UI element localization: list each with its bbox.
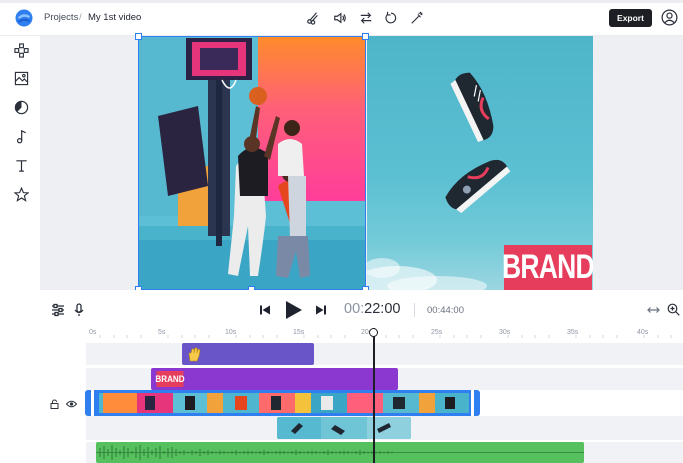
overlay-filmstrip (277, 417, 411, 439)
track-lane-sticker[interactable] (86, 343, 683, 365)
microphone-icon[interactable] (71, 302, 87, 318)
sticker-clip[interactable] (182, 343, 314, 365)
current-time-hours: 00: (344, 301, 365, 317)
preview-clip-basketball[interactable] (138, 36, 366, 290)
ruler-ticks (99, 335, 672, 338)
swap-icon[interactable] (358, 10, 374, 26)
play-button[interactable] (283, 299, 305, 321)
resize-handle-top-right[interactable] (362, 33, 369, 40)
volume-icon[interactable] (332, 10, 348, 26)
music-note-icon[interactable] (13, 128, 29, 144)
project-title[interactable]: My 1st video (88, 12, 141, 23)
overlay-video-clip[interactable] (277, 417, 411, 439)
main-video-clip[interactable] (85, 390, 480, 416)
timeline-settings-icon[interactable] (50, 302, 66, 318)
app-logo-icon[interactable] (15, 9, 33, 27)
audio-clip[interactable] (96, 442, 584, 463)
zoom-in-icon[interactable] (666, 302, 681, 317)
rotate-icon[interactable] (383, 10, 399, 26)
export-button[interactable]: Export (609, 9, 652, 27)
star-icon[interactable] (13, 186, 29, 202)
breadcrumb-separator: / (79, 12, 82, 23)
scissors-icon[interactable] (305, 10, 321, 26)
logo-clip-thumbnail: BRAND (155, 371, 185, 387)
visibility-eye-icon[interactable] (65, 399, 77, 409)
video-filmstrip (91, 390, 474, 416)
fit-width-icon[interactable] (646, 303, 660, 317)
text-icon[interactable] (13, 157, 29, 173)
top-bar: Projects / My 1st video Export (0, 0, 683, 36)
resize-handle-top-left[interactable] (135, 33, 142, 40)
brand-logo-text: BRAND (502, 248, 593, 286)
logo-clip[interactable]: BRAND (151, 368, 398, 390)
audio-waveform (96, 445, 584, 460)
basketball-scene-image (138, 36, 366, 290)
playhead-handle[interactable] (369, 328, 378, 337)
breadcrumb-projects[interactable]: Projects (44, 12, 78, 23)
skip-forward-icon[interactable] (315, 304, 327, 316)
total-duration: 00:44:00 (427, 305, 464, 316)
top-strip (0, 0, 683, 3)
account-avatar-icon[interactable] (661, 9, 678, 26)
tools-sidebar (0, 36, 40, 463)
playback-controls: 00:22:00 00:44:00 (40, 290, 683, 330)
timeline[interactable]: 0s 5s 10s 15s 20s 25s 30s 35s 40s BRAND (40, 328, 683, 463)
current-time-main: 22:00 (364, 301, 401, 317)
hand-sticker-icon (188, 347, 201, 362)
lock-icon[interactable] (49, 399, 59, 409)
color-palette-icon[interactable] (13, 99, 29, 115)
magic-wand-icon[interactable] (409, 10, 425, 26)
preview-clip-sneakers[interactable]: BRAND (367, 36, 593, 290)
time-divider (414, 303, 415, 317)
media-gallery-icon[interactable] (13, 70, 29, 86)
preview-canvas[interactable]: BRAND (40, 33, 683, 293)
layout-grid-icon[interactable] (13, 42, 29, 58)
playhead-line[interactable] (373, 328, 375, 463)
current-time: 00:22:00 (344, 301, 400, 317)
skip-back-icon[interactable] (259, 304, 271, 316)
brand-logo-overlay[interactable]: BRAND (502, 245, 593, 290)
